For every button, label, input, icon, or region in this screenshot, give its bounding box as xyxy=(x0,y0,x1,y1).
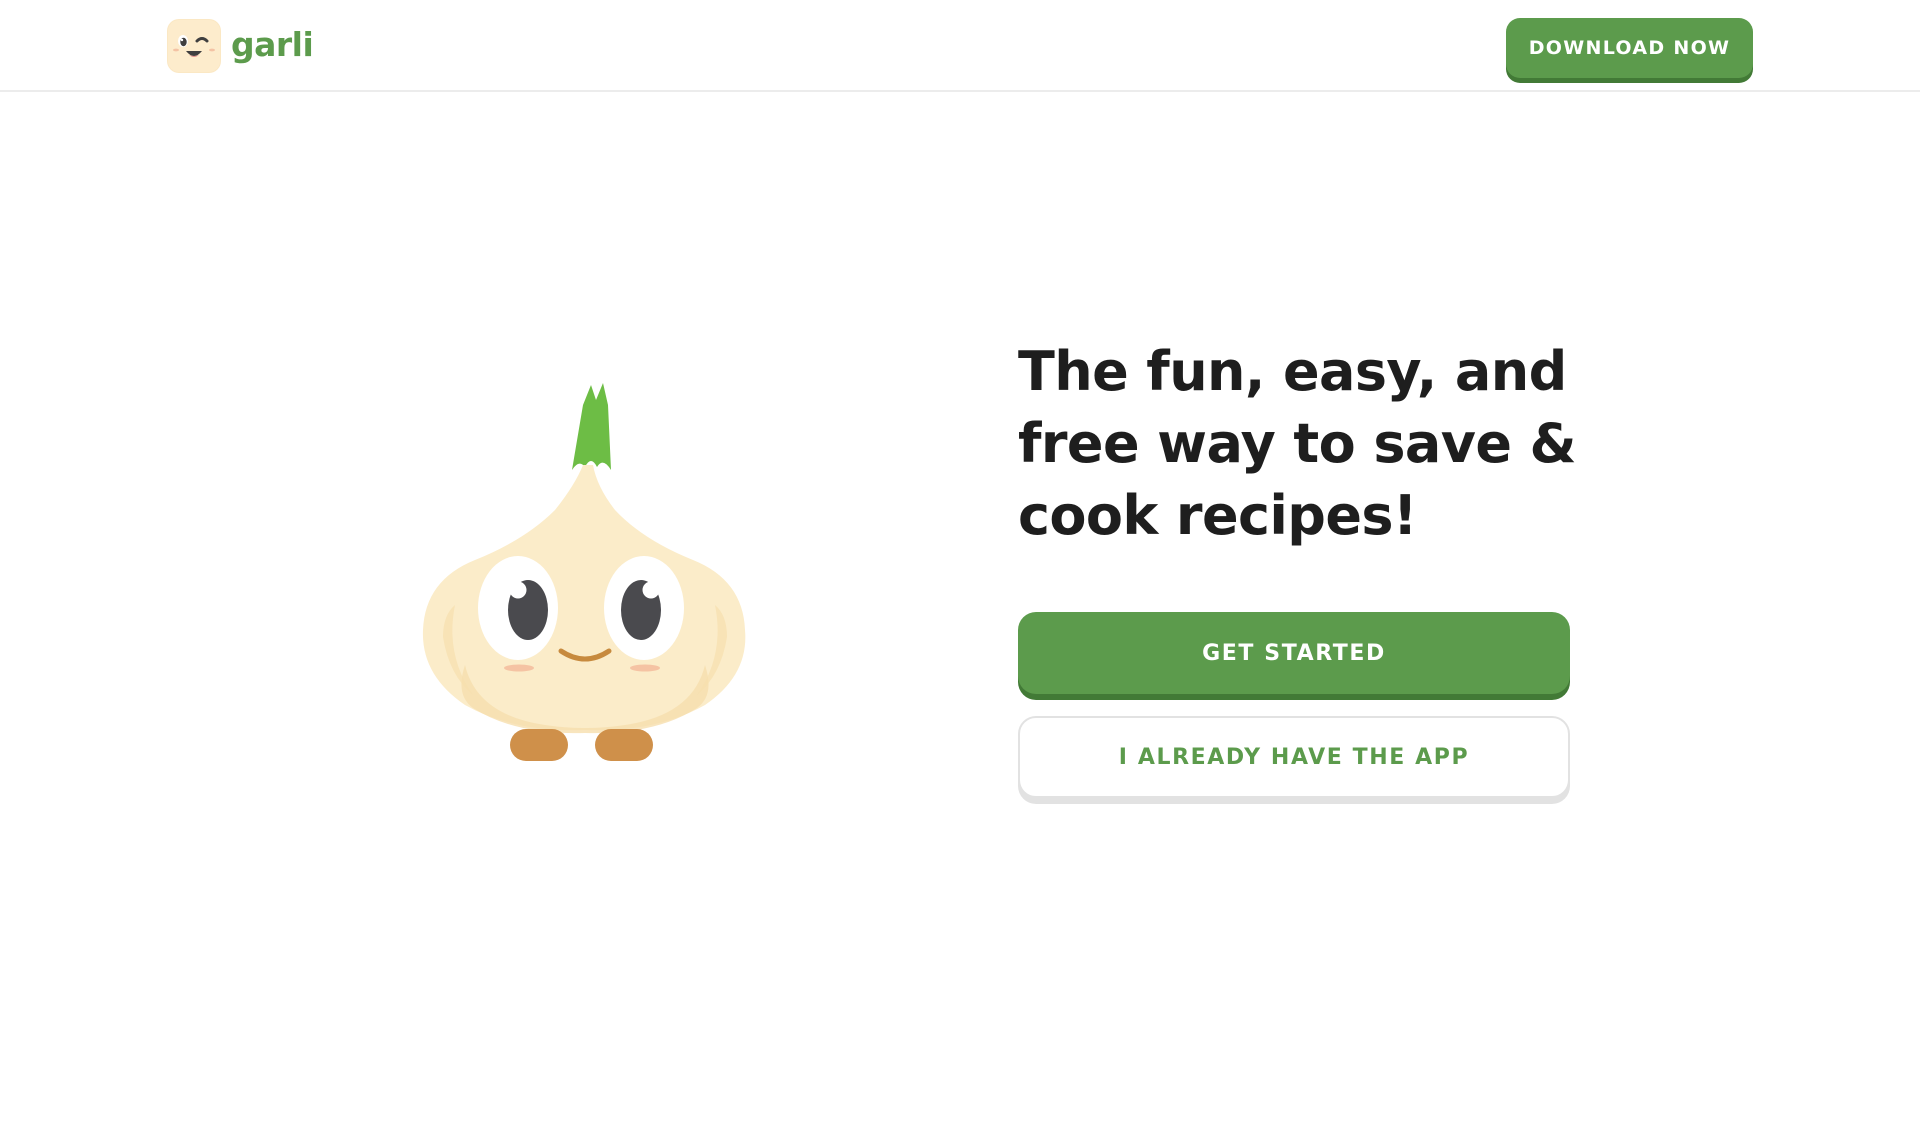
brand-home-link[interactable]: garli xyxy=(167,19,314,73)
garlic-mascot-illustration xyxy=(422,383,746,761)
get-started-button[interactable]: GET STARTED xyxy=(1018,612,1570,694)
left-foot xyxy=(510,729,568,761)
top-navigation-bar: garli DOWNLOAD NOW xyxy=(0,0,1920,92)
garlic-winking-face-icon xyxy=(167,19,221,73)
sprout-shape xyxy=(572,383,611,470)
already-have-app-button[interactable]: I ALREADY HAVE THE APP xyxy=(1018,716,1570,798)
brand-name: garli xyxy=(231,24,314,64)
hero-headline: The fun, easy, and free way to save & co… xyxy=(1018,340,1577,547)
download-now-button[interactable]: DOWNLOAD NOW xyxy=(1506,18,1753,78)
right-foot xyxy=(595,729,653,761)
